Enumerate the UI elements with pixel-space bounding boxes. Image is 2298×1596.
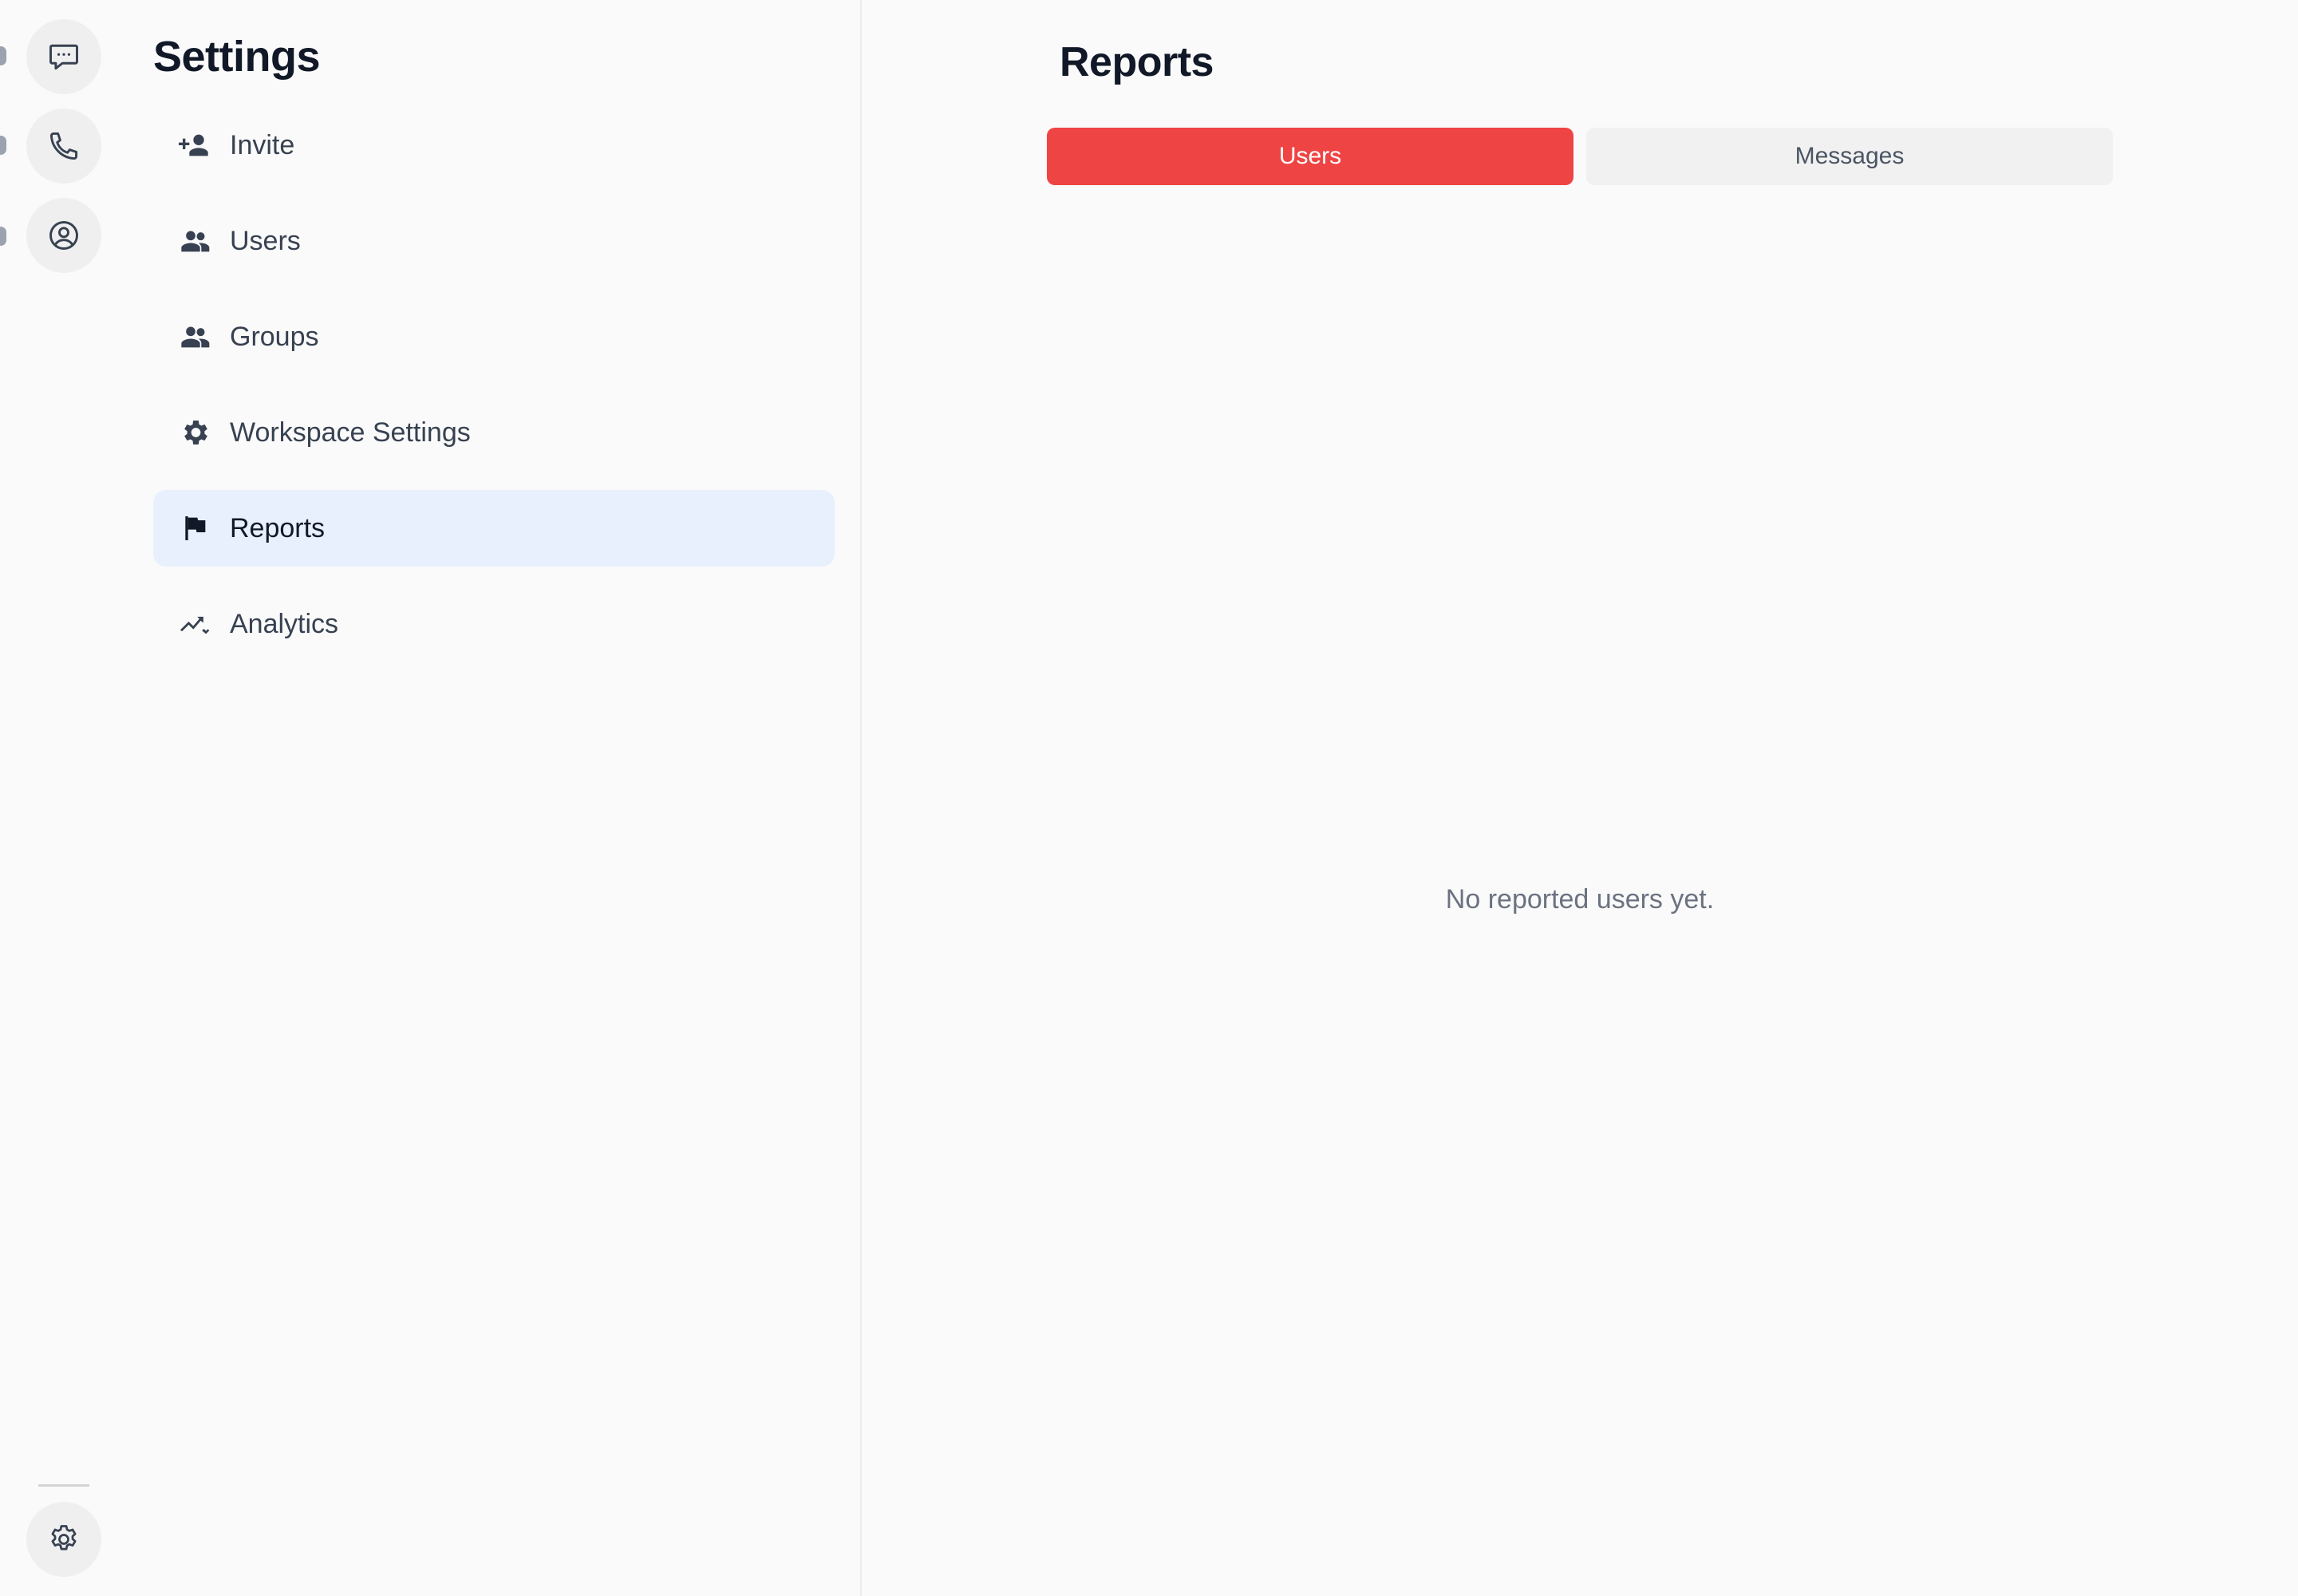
nav-item-label: Analytics	[230, 608, 339, 639]
profile-rail-button[interactable]	[26, 198, 101, 273]
gear-icon	[179, 417, 211, 448]
phone-icon	[49, 132, 78, 160]
nav-item-reports[interactable]: Reports	[153, 490, 835, 567]
people-icon	[179, 225, 211, 257]
reports-panel: Reports Users Messages No reported users…	[862, 0, 2298, 1596]
rail-indicator	[0, 46, 6, 65]
nav-item-groups[interactable]: Groups	[153, 298, 835, 375]
flag-icon	[179, 512, 211, 544]
empty-state-message: No reported users yet.	[1445, 884, 1715, 915]
nav-item-label: Reports	[230, 512, 326, 543]
gear-icon	[51, 1525, 77, 1551]
nav-item-label: Groups	[230, 321, 319, 352]
tab-messages[interactable]: Messages	[1586, 128, 2113, 185]
nav-item-analytics[interactable]: Analytics	[153, 586, 835, 662]
people-icon	[179, 321, 211, 353]
settings-rail-button[interactable]	[26, 1502, 101, 1577]
chat-bubble-icon	[49, 44, 78, 70]
nav-item-users[interactable]: Users	[153, 203, 835, 279]
nav-item-invite[interactable]: Invite	[153, 107, 835, 184]
nav-item-workspace-settings[interactable]: Workspace Settings	[153, 394, 835, 471]
trend-icon	[179, 608, 211, 640]
tab-users[interactable]: Users	[1047, 128, 1573, 185]
settings-panel: Settings Invite Users Groups Workspace S…	[128, 0, 862, 1596]
nav-item-label: Workspace Settings	[230, 417, 471, 448]
rail-indicator	[0, 227, 6, 246]
person-add-icon	[179, 129, 211, 161]
page-title: Reports	[1060, 39, 1214, 85]
settings-title: Settings	[153, 33, 321, 81]
icon-rail	[0, 0, 129, 1596]
rail-indicator	[0, 136, 6, 155]
calls-rail-button[interactable]	[26, 109, 101, 184]
nav-item-label: Invite	[230, 129, 295, 160]
nav-item-label: Users	[230, 225, 301, 256]
chat-rail-button[interactable]	[26, 19, 101, 94]
rail-divider	[38, 1484, 89, 1487]
user-circle-icon	[49, 221, 78, 250]
